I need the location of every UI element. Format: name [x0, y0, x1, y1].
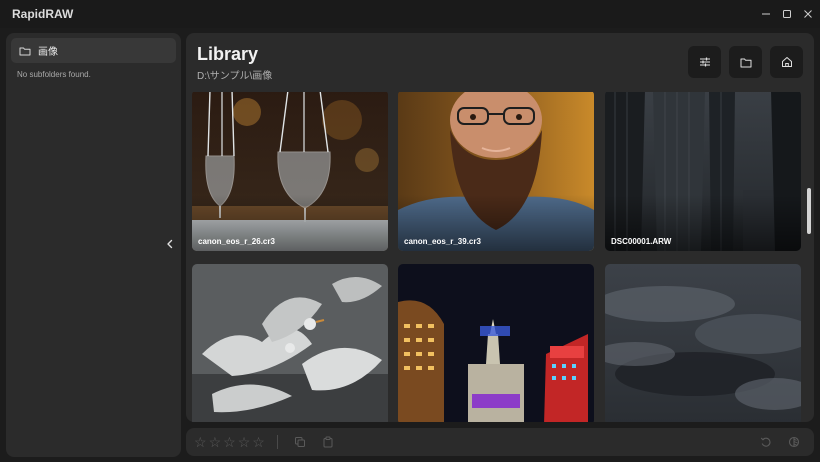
star-icon[interactable]: ☆ [223, 434, 236, 450]
compare-icon [788, 436, 800, 448]
close-icon [804, 10, 812, 18]
thumbnail-image [192, 92, 388, 251]
rating-stars: ☆ ☆ ☆ ☆ ☆ [194, 434, 265, 450]
bottom-toolbar: ☆ ☆ ☆ ☆ ☆ [186, 428, 814, 456]
paste-button[interactable] [320, 434, 336, 450]
compare-button[interactable] [786, 434, 802, 450]
sidebar-folder-item[interactable]: 画像 [11, 38, 176, 63]
home-button[interactable] [770, 46, 803, 78]
reset-button[interactable] [758, 434, 774, 450]
thumbnail-filename: canon_eos_r_26.cr3 [198, 237, 275, 246]
minimize-icon [762, 13, 770, 15]
thumbnail-image [605, 264, 801, 422]
folder-icon [740, 58, 751, 67]
sliders-icon [699, 57, 710, 67]
copy-icon [295, 437, 305, 447]
undo-icon [760, 437, 771, 447]
scrollbar-thumb[interactable] [807, 188, 811, 234]
empty-subfolders-message: No subfolders found. [17, 70, 91, 79]
maximize-button[interactable] [778, 5, 796, 23]
thumbnail-filename: DSC00001.ARW [611, 237, 672, 246]
close-button[interactable] [799, 5, 817, 23]
thumbnail-card[interactable] [192, 264, 388, 422]
thumbnail-grid: canon_eos_r_26.cr3 canon_eos_r_39.cr3 DS… [186, 92, 814, 422]
thumbnail-card[interactable]: canon_eos_r_26.cr3 [192, 92, 388, 251]
thumbnail-image [398, 92, 594, 251]
chevron-left-icon [167, 239, 173, 249]
thumbnail-card[interactable]: DSC00001.ARW [605, 92, 801, 251]
star-icon[interactable]: ☆ [209, 434, 222, 450]
thumbnail-image [398, 264, 594, 422]
library-panel: Library D:\サンプル\画像 canon_eos_r_26.cr3 ca… [186, 33, 814, 422]
adjustments-button[interactable] [688, 46, 721, 78]
page-title: Library [197, 44, 259, 64]
minimize-button[interactable] [757, 5, 775, 23]
breadcrumb: D:\サンプル\画像 [197, 71, 273, 82]
maximize-icon [783, 10, 791, 18]
collapse-sidebar-button[interactable] [163, 236, 177, 252]
app-title: RapidRAW [12, 7, 74, 21]
home-icon [781, 57, 792, 67]
toolbar-divider [277, 435, 278, 449]
thumbnail-image [192, 264, 388, 422]
copy-button[interactable] [292, 434, 308, 450]
open-folder-button[interactable] [729, 46, 762, 78]
thumbnail-filename: canon_eos_r_39.cr3 [404, 237, 481, 246]
thumbnail-card[interactable] [605, 264, 801, 422]
title-bar: RapidRAW [0, 0, 820, 28]
folder-icon [19, 47, 31, 55]
paste-icon [323, 436, 333, 448]
folder-sidebar: 画像 No subfolders found. [6, 33, 181, 457]
sidebar-folder-label: 画像 [38, 47, 58, 58]
thumbnail-image [605, 92, 801, 251]
thumbnail-card[interactable]: canon_eos_r_39.cr3 [398, 92, 594, 251]
star-icon[interactable]: ☆ [194, 434, 207, 450]
thumbnail-card[interactable] [398, 264, 594, 422]
star-icon[interactable]: ☆ [252, 434, 265, 450]
star-icon[interactable]: ☆ [238, 434, 251, 450]
